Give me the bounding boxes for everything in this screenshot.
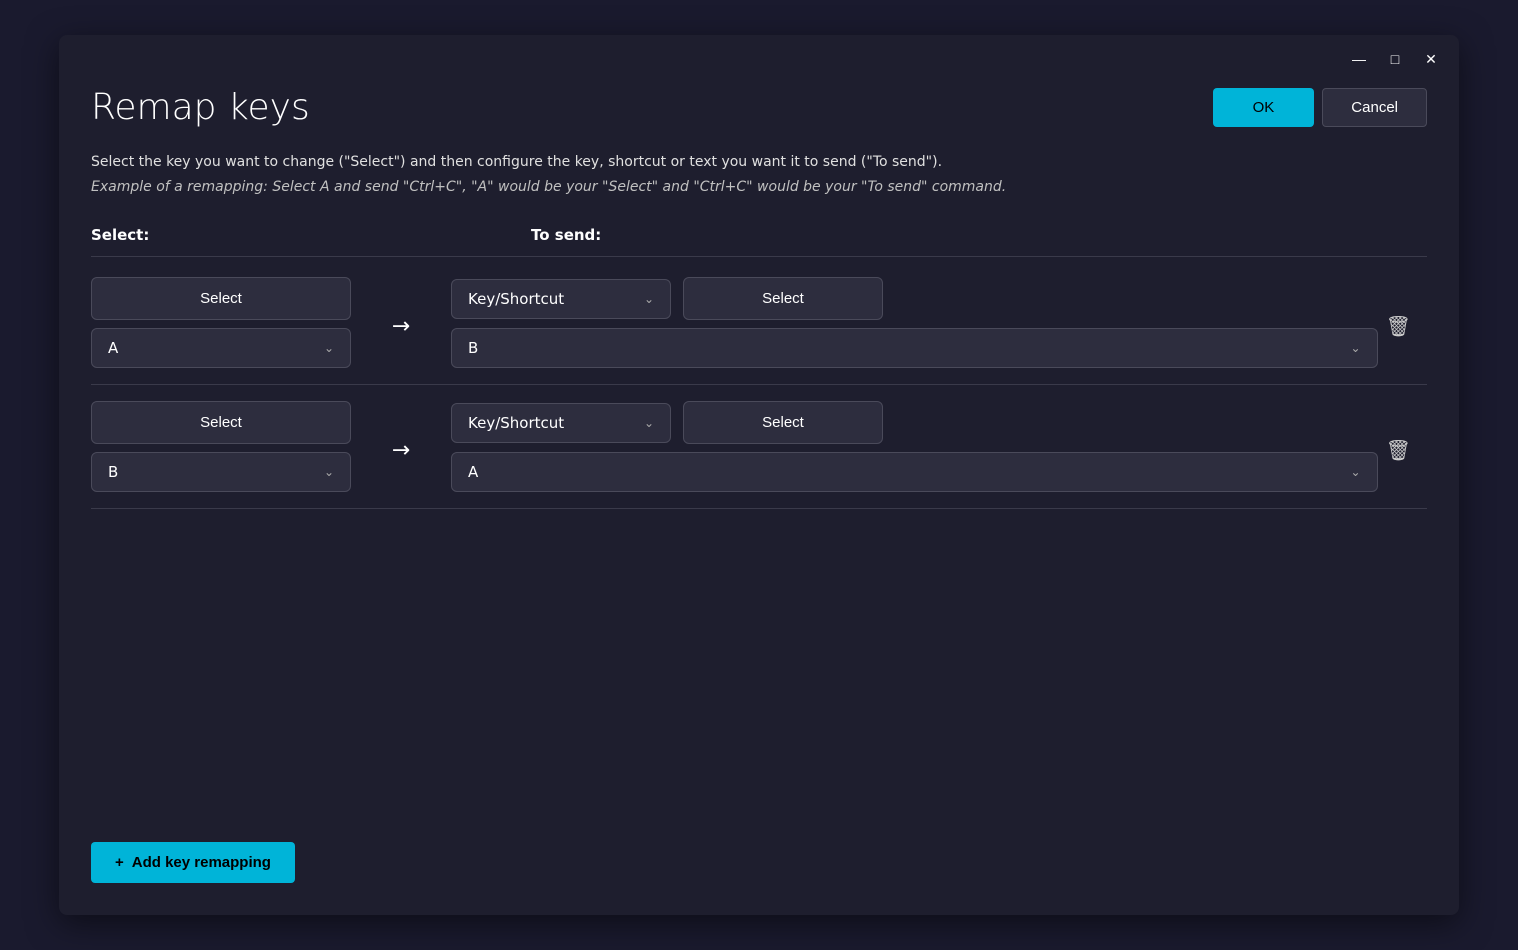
tosend-key-dropdown-1[interactable]: B ⌄ [451,328,1378,368]
type-dropdown-value-1: Key/Shortcut [468,290,564,308]
arrow-2: → [351,430,451,463]
select-dropdown-1[interactable]: A ⌄ [91,328,351,368]
arrow-1: → [351,306,451,339]
tosend-column-label: To send: [531,226,601,244]
delete-button-2[interactable]: 🗑 [1378,430,1419,471]
select-button-1[interactable]: Select [91,277,351,320]
select-dropdown-value-1: A [108,339,118,357]
delete-section-2: 🗑 [1378,422,1419,471]
delete-section-1: 🗑 [1378,298,1419,347]
chevron-icon-1: ⌄ [324,341,334,355]
trash-icon-2: 🗑 [1386,438,1411,463]
type-dropdown-2[interactable]: Key/Shortcut ⌄ [451,403,671,443]
remap-right-1: Key/Shortcut ⌄ Select B ⌄ [451,277,1378,368]
select-dropdown-2[interactable]: B ⌄ [91,452,351,492]
select-button-2[interactable]: Select [91,401,351,444]
close-button[interactable]: ✕ [1419,47,1443,71]
header-row: Remap keys OK Cancel [91,87,1427,128]
dialog-content: Remap keys OK Cancel Select the key you … [59,71,1459,915]
remap-right-2: Key/Shortcut ⌄ Select A ⌄ [451,401,1378,492]
remap-left-1: Select A ⌄ [91,277,351,368]
add-remapping-button[interactable]: + Add key remapping [91,842,295,883]
dialog-title: Remap keys [91,87,310,128]
delete-button-1[interactable]: 🗑 [1378,306,1419,347]
remap-right-row1-1: Key/Shortcut ⌄ Select [451,277,1378,320]
select-column-label: Select: [91,226,351,244]
remap-row-2: Select B ⌄ → Key/Shortcut ⌄ Sel [91,385,1427,509]
select-dropdown-value-2: B [108,463,118,481]
instructions-example: Example of a remapping: Select A and sen… [91,177,1427,198]
ok-button[interactable]: OK [1213,88,1315,127]
minimize-button[interactable]: — [1347,47,1371,71]
remap-left-2: Select B ⌄ [91,401,351,492]
tosend-key-value-2: A [468,463,478,481]
add-button-label: Add key remapping [132,854,271,871]
chevron-icon-tosend-2: ⌄ [1351,465,1361,479]
tosend-key-dropdown-2[interactable]: A ⌄ [451,452,1378,492]
cancel-button[interactable]: Cancel [1322,88,1427,127]
divider-top [91,256,1427,257]
type-dropdown-value-2: Key/Shortcut [468,414,564,432]
chevron-icon-type-2: ⌄ [644,416,654,430]
header-buttons: OK Cancel [1213,88,1427,127]
tosend-key-value-1: B [468,339,478,357]
trash-icon-1: 🗑 [1386,314,1411,339]
type-dropdown-1[interactable]: Key/Shortcut ⌄ [451,279,671,319]
chevron-icon-tosend-1: ⌄ [1351,341,1361,355]
remap-rows-container: Select A ⌄ → Key/Shortcut ⌄ Sel [91,261,1427,822]
maximize-button[interactable]: □ [1383,47,1407,71]
chevron-icon-type-1: ⌄ [644,292,654,306]
column-labels: Select: To send: [91,226,1427,244]
tosend-select-button-1[interactable]: Select [683,277,883,320]
instructions-main: Select the key you want to change ("Sele… [91,152,1427,173]
remap-row: Select A ⌄ → Key/Shortcut ⌄ Sel [91,261,1427,385]
tosend-select-button-2[interactable]: Select [683,401,883,444]
add-icon: + [115,854,124,871]
remap-right-row1-2: Key/Shortcut ⌄ Select [451,401,1378,444]
chevron-icon-2: ⌄ [324,465,334,479]
instructions: Select the key you want to change ("Sele… [91,152,1427,202]
title-bar: — □ ✕ [59,35,1459,71]
remap-keys-dialog: — □ ✕ Remap keys OK Cancel Select the ke… [59,35,1459,915]
